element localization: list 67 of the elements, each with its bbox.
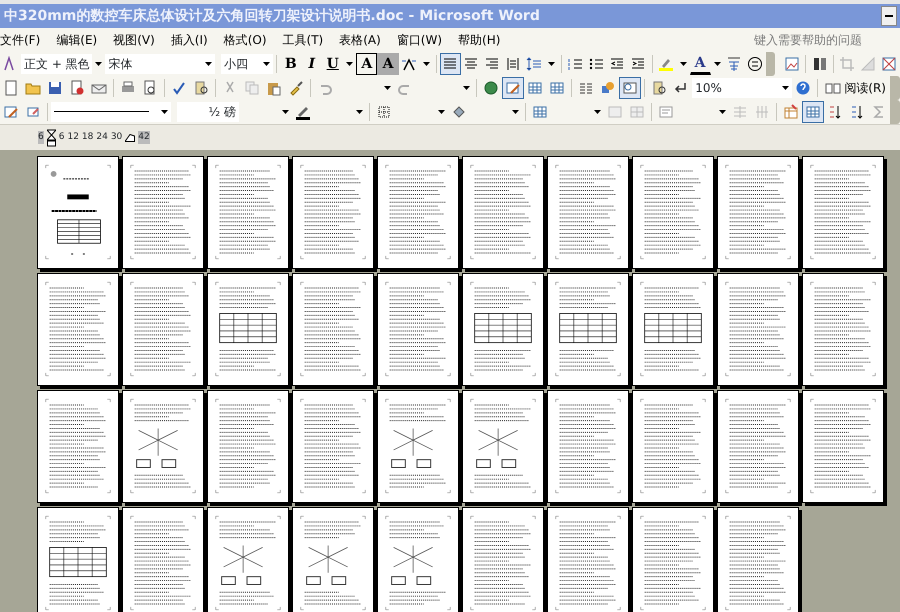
table-autoformat-icon[interactable] <box>783 104 799 120</box>
menu-item[interactable]: 编辑(E) <box>48 31 106 49</box>
shapes-icon[interactable] <box>600 80 616 96</box>
new-document-icon[interactable] <box>3 80 19 96</box>
contrast-icon[interactable] <box>812 56 828 72</box>
help-icon[interactable] <box>795 80 812 96</box>
permission-icon[interactable] <box>69 80 85 96</box>
draw-table-icon[interactable] <box>3 104 19 120</box>
bulleted-list-icon[interactable] <box>588 56 604 72</box>
research-icon[interactable] <box>651 80 668 96</box>
underline-button[interactable]: U <box>322 53 344 75</box>
phonetic-guide-icon[interactable] <box>726 56 742 72</box>
picture-icon[interactable] <box>784 56 800 72</box>
split-cells-icon[interactable] <box>628 104 644 120</box>
ruler-number: 6 <box>38 130 44 144</box>
menu-item[interactable]: 表格(A) <box>331 31 389 49</box>
style-dropdown[interactable]: 正文 + 黑色 <box>21 54 92 74</box>
paste-icon[interactable] <box>266 80 282 96</box>
menu-item[interactable]: 视图(V) <box>105 31 163 49</box>
ruler-number: 42 <box>138 130 150 144</box>
font-size-dropdown[interactable]: 小四 <box>220 54 274 74</box>
sort-ascending-icon[interactable] <box>827 104 843 120</box>
sort-descending-icon[interactable] <box>849 104 865 120</box>
line-sample-icon <box>54 110 149 114</box>
merge-cells-icon[interactable] <box>606 104 622 120</box>
distribute-icon[interactable] <box>505 56 522 72</box>
minimize-button[interactable] <box>881 6 897 26</box>
globe-icon[interactable] <box>483 80 500 96</box>
read-button[interactable]: 阅读(R) <box>821 79 890 97</box>
table-icon[interactable] <box>549 80 566 96</box>
circled-character-icon[interactable] <box>747 56 764 72</box>
line-style-dropdown[interactable] <box>51 102 171 122</box>
ruler-number: 6 <box>58 130 64 144</box>
font-dropdown[interactable]: 宋体 <box>105 54 215 74</box>
character-shading-button[interactable]: A <box>377 53 399 75</box>
cell-align-icon[interactable] <box>658 104 674 120</box>
spelling-check-icon[interactable] <box>171 80 187 96</box>
menu-item[interactable]: 工具(T) <box>274 31 332 49</box>
table-icon[interactable] <box>532 104 548 120</box>
menu-item[interactable]: 窗口(W) <box>388 31 450 49</box>
ruler-number: 18 <box>82 130 94 144</box>
line-spacing-icon[interactable] <box>526 56 542 72</box>
italic-button[interactable]: I <box>301 53 322 75</box>
pen-color-icon[interactable] <box>294 104 310 120</box>
numbered-list-icon[interactable] <box>567 56 584 72</box>
line-weight-dropdown[interactable]: ½ 磅 <box>177 102 239 122</box>
menu-item[interactable]: 插入(I) <box>162 31 216 49</box>
bold-button[interactable]: B <box>280 53 302 75</box>
borders-icon[interactable] <box>376 104 392 120</box>
ruler-number: 30 <box>110 130 122 144</box>
window-title: 中320mm的数控车床总体设计及六角回转刀架设计说明书.doc - Microsoft Word <box>4 6 541 26</box>
research-icon[interactable] <box>193 80 209 96</box>
shading-icon[interactable] <box>450 104 466 120</box>
menu-item[interactable]: 文件(F) <box>0 31 48 49</box>
ruler-number: 12 <box>67 130 79 144</box>
character-scale-icon[interactable] <box>401 56 418 72</box>
indent-marker-icon[interactable] <box>46 128 56 147</box>
menu-item[interactable]: 帮助(H) <box>450 31 508 49</box>
help-search-field[interactable]: 键入需要帮助的问题 <box>752 30 882 50</box>
table-delete-icon[interactable] <box>881 56 898 72</box>
menu-item[interactable]: 格式(O) <box>216 31 275 49</box>
table-icon[interactable] <box>527 80 544 96</box>
save-icon[interactable] <box>47 80 63 96</box>
brush-icon[interactable] <box>288 80 304 96</box>
ruler-number: 24 <box>96 130 108 144</box>
zoom-dropdown[interactable]: 10% <box>692 78 792 98</box>
character-border-button[interactable]: A <box>356 53 378 75</box>
